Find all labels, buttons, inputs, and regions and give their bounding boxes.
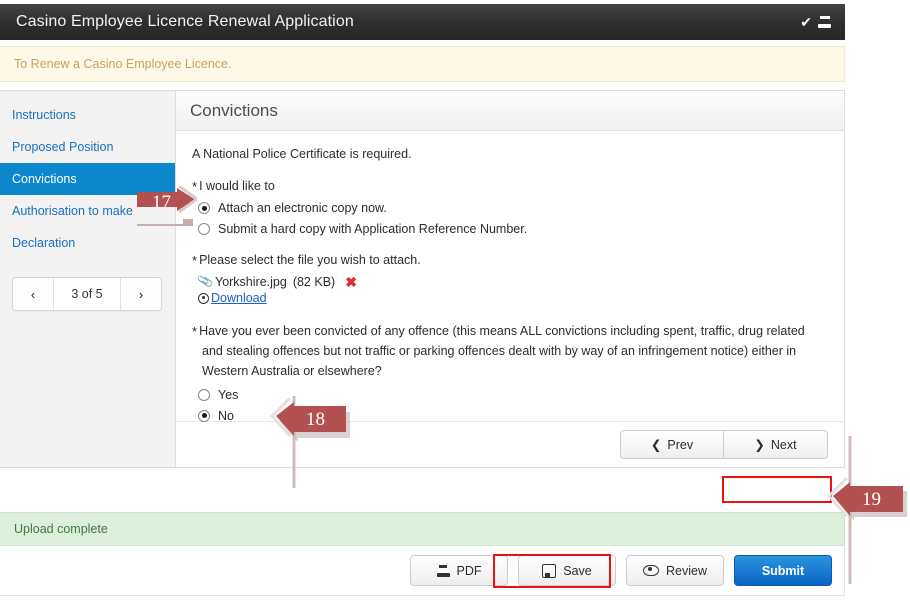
radio-button[interactable] xyxy=(198,388,210,401)
save-icon xyxy=(542,563,557,578)
status-message: Upload complete xyxy=(14,522,108,536)
next-button-label: Next xyxy=(770,437,797,452)
radio-label: No xyxy=(218,408,234,423)
content-column: Convictions A National Police Certificat… xyxy=(176,91,844,467)
sidebar-item-instructions[interactable]: Instructions xyxy=(0,99,175,131)
prev-button[interactable]: ❮ Prev xyxy=(620,430,724,459)
download-row[interactable]: Download xyxy=(198,291,828,305)
section-title: Convictions xyxy=(190,100,278,120)
submit-button[interactable]: Submit xyxy=(734,555,832,586)
status-bar: Upload complete xyxy=(0,512,845,546)
review-button-label: Review xyxy=(666,563,707,578)
lead-text: A National Police Certificate is require… xyxy=(192,147,412,161)
page-title: Casino Employee Licence Renewal Applicat… xyxy=(16,13,354,30)
prev-button-label: Prev xyxy=(667,437,694,452)
radio-option-convicted-no[interactable]: No xyxy=(198,409,828,423)
radio-label: Attach an electronic copy now. xyxy=(218,201,387,215)
application-window: Casino Employee Licence Renewal Applicat… xyxy=(0,0,910,602)
wizard-nav: ❮ Prev ❯ Next xyxy=(176,421,844,467)
convicted-question-body: Have you ever been convicted of any offe… xyxy=(199,324,805,378)
content-body: A National Police Certificate is require… xyxy=(176,131,844,423)
file-attachment-label: * Please select the file you wish to atta… xyxy=(192,253,828,268)
info-strip-text: To Renew a Casino Employee Licence. xyxy=(14,57,232,71)
required-marker: * xyxy=(192,324,198,339)
attach-choice-label-text: I would like to xyxy=(199,179,275,193)
page-stepper: ‹ 3 of 5 › xyxy=(12,277,162,311)
next-chevron-icon: ❯ xyxy=(754,438,765,452)
svg-text:19: 19 xyxy=(862,489,881,510)
check-icon[interactable]: ✔ xyxy=(800,15,812,29)
save-button[interactable]: Save xyxy=(518,555,616,586)
prev-chevron-icon: ❮ xyxy=(650,438,662,452)
radio-option-attach-electronic[interactable]: Attach an electronic copy now. xyxy=(198,201,828,215)
attachment-filesize: (82 KB) xyxy=(292,275,336,289)
convicted-question-text: * Have you ever been convicted of any off… xyxy=(192,322,812,381)
title-bar-icons: ✔ xyxy=(800,15,831,29)
action-bar: PDF Save Review Submit xyxy=(0,546,845,596)
download-circle-icon xyxy=(198,292,209,304)
stepper-prev-button[interactable]: ‹ xyxy=(13,278,54,310)
radio-option-convicted-yes[interactable]: Yes xyxy=(198,388,828,402)
stepper-page-label: 3 of 5 xyxy=(54,278,120,310)
pdf-button[interactable]: PDF xyxy=(410,555,508,586)
radio-label: Submit a hard copy with Application Refe… xyxy=(218,222,528,236)
radio-button[interactable] xyxy=(198,409,210,422)
file-attachment-group: * Please select the file you wish to atta… xyxy=(192,253,828,305)
info-strip: To Renew a Casino Employee Licence. xyxy=(0,46,845,82)
attach-choice-group: * I would like to Attach an electronic co… xyxy=(192,179,828,236)
attachment-row: 📎 Yorkshire.jpg (82 KB) ✖ xyxy=(196,272,828,291)
content-header: Convictions xyxy=(176,91,844,131)
sidebar-item-authorisation-to-make[interactable]: Authorisation to make xyxy=(0,195,175,227)
stepper-next-button[interactable]: › xyxy=(120,278,161,310)
radio-button[interactable] xyxy=(198,202,210,214)
file-attachment-label-text: Please select the file you wish to attac… xyxy=(199,253,421,267)
sidebar-item-convictions[interactable]: Convictions xyxy=(0,163,175,195)
submit-button-label: Submit xyxy=(761,563,805,578)
title-bar: Casino Employee Licence Renewal Applicat… xyxy=(0,4,845,40)
printer-icon[interactable] xyxy=(818,15,831,29)
highlight-next-button xyxy=(722,476,832,503)
radio-option-hard-copy[interactable]: Submit a hard copy with Application Refe… xyxy=(198,222,828,236)
printer-icon xyxy=(436,564,450,577)
required-marker: * xyxy=(192,253,198,268)
save-button-label: Save xyxy=(563,563,592,578)
paperclip-icon: 📎 xyxy=(196,272,215,291)
required-marker: * xyxy=(192,179,198,194)
review-button[interactable]: Review xyxy=(626,555,724,586)
sidebar-item-declaration[interactable]: Declaration xyxy=(0,227,175,259)
pdf-button-label: PDF xyxy=(456,563,482,578)
next-button[interactable]: ❯ Next xyxy=(724,430,828,459)
eye-icon xyxy=(643,565,659,576)
attach-choice-label: * I would like to xyxy=(192,179,828,194)
radio-button[interactable] xyxy=(198,223,210,235)
convicted-question-group: * Have you ever been convicted of any off… xyxy=(192,322,828,423)
radio-label: Yes xyxy=(218,387,239,402)
sidebar-item-proposed-position[interactable]: Proposed Position xyxy=(0,131,175,163)
sidebar: Instructions Proposed Position Convictio… xyxy=(0,91,176,467)
delete-attachment-icon[interactable]: ✖ xyxy=(345,275,357,289)
download-link[interactable]: Download xyxy=(211,291,267,305)
attachment-filename[interactable]: Yorkshire.jpg xyxy=(215,275,287,289)
main-panel: Instructions Proposed Position Convictio… xyxy=(0,90,845,468)
